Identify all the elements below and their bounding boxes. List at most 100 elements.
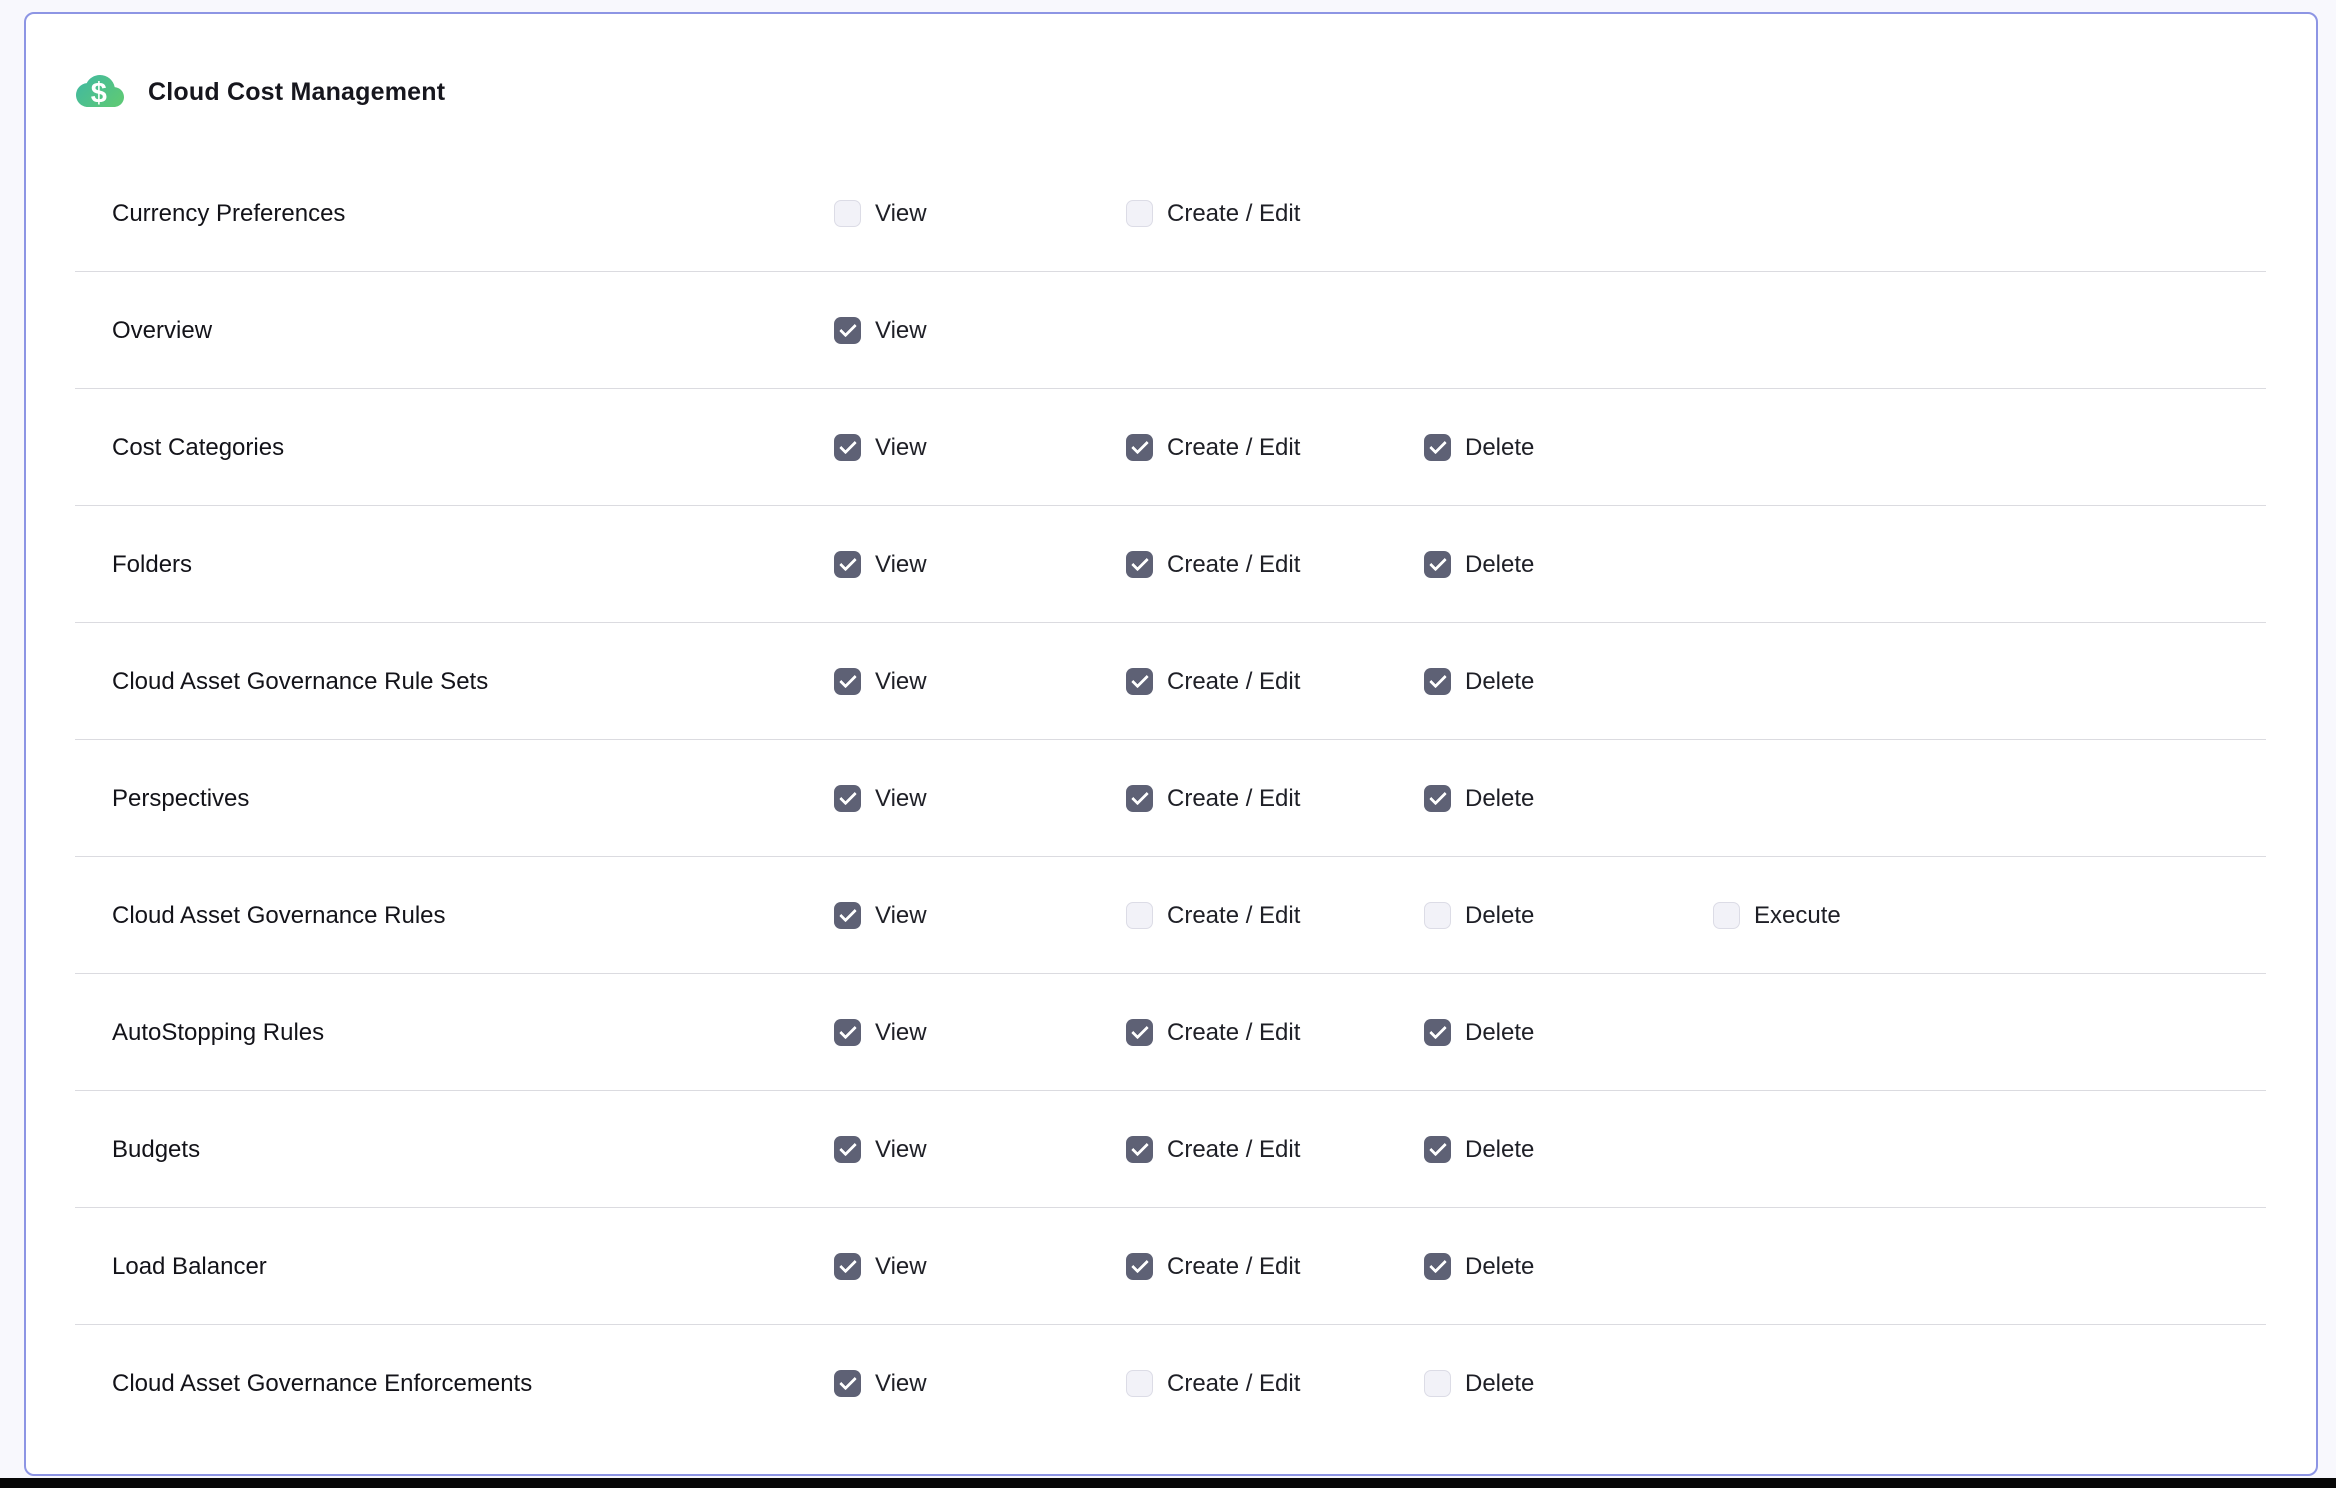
create-edit-checkbox[interactable] (1126, 1253, 1153, 1280)
permission-cell: Delete (1424, 1370, 1534, 1398)
permission-cell: View (834, 317, 927, 345)
permission-row: Cloud Asset Governance Rule SetsViewCrea… (26, 623, 2316, 740)
create-edit-checkbox[interactable] (1126, 785, 1153, 812)
permission-label: Execute (1754, 902, 1841, 930)
create-edit-checkbox[interactable] (1126, 902, 1153, 929)
view-checkbox[interactable] (834, 1253, 861, 1280)
resource-name: Cost Categories (112, 434, 284, 462)
permission-cell: Create / Edit (1126, 785, 1300, 813)
permission-cell: Create / Edit (1126, 1370, 1300, 1398)
permission-cell: Create / Edit (1126, 1136, 1300, 1164)
permission-label: Delete (1465, 902, 1534, 930)
permission-label: View (875, 434, 927, 462)
permission-label: View (875, 1370, 927, 1398)
permission-label: Create / Edit (1167, 1370, 1300, 1398)
cloud-dollar-icon: $ (76, 70, 124, 114)
permission-cell: View (834, 200, 927, 228)
create-edit-checkbox[interactable] (1126, 200, 1153, 227)
permission-label: View (875, 785, 927, 813)
permission-cell: View (834, 434, 927, 462)
permission-cell: View (834, 902, 927, 930)
permission-cell: Delete (1424, 668, 1534, 696)
delete-checkbox[interactable] (1424, 551, 1451, 578)
delete-checkbox[interactable] (1424, 785, 1451, 812)
permission-cell: Create / Edit (1126, 200, 1300, 228)
resource-name: Perspectives (112, 785, 249, 813)
delete-checkbox[interactable] (1424, 434, 1451, 461)
clipped-bottom-bar (0, 1478, 2336, 1488)
permission-label: View (875, 551, 927, 579)
resource-name: Cloud Asset Governance Rules (112, 902, 446, 930)
permission-label: View (875, 200, 927, 228)
view-checkbox[interactable] (834, 902, 861, 929)
permission-label: Create / Edit (1167, 434, 1300, 462)
permission-label: View (875, 1019, 927, 1047)
permissions-table: Currency Preferences View Create / Edit Ove… (26, 155, 2316, 1442)
delete-checkbox[interactable] (1424, 668, 1451, 695)
permission-row: Cost Categories View Create / Edit Delete (26, 389, 2316, 506)
permission-cell: Execute (1713, 902, 1841, 930)
permission-label: Delete (1465, 551, 1534, 579)
permission-label: Create / Edit (1167, 200, 1300, 228)
execute-checkbox[interactable] (1713, 902, 1740, 929)
permission-cell: Create / Edit (1126, 1019, 1300, 1047)
delete-checkbox[interactable] (1424, 1253, 1451, 1280)
svg-text:$: $ (91, 77, 107, 109)
permission-cell: Create / Edit (1126, 434, 1300, 462)
permission-label: Delete (1465, 1253, 1534, 1281)
permission-label: Create / Edit (1167, 668, 1300, 696)
view-checkbox[interactable] (834, 551, 861, 578)
permission-label: Create / Edit (1167, 551, 1300, 579)
view-checkbox[interactable] (834, 317, 861, 344)
permission-cell: Create / Edit (1126, 902, 1300, 930)
resource-name: Currency Preferences (112, 200, 345, 228)
delete-checkbox[interactable] (1424, 1136, 1451, 1163)
permission-label: Delete (1465, 434, 1534, 462)
delete-checkbox[interactable] (1424, 1019, 1451, 1046)
create-edit-checkbox[interactable] (1126, 551, 1153, 578)
permission-label: Create / Edit (1167, 1253, 1300, 1281)
permission-cell: View (834, 785, 927, 813)
permission-row: OverviewView (26, 272, 2316, 389)
permission-cell: Delete (1424, 551, 1534, 579)
permission-cell: View (834, 1370, 927, 1398)
view-checkbox[interactable] (834, 1136, 861, 1163)
permission-row: Currency Preferences View Create / Edit (26, 155, 2316, 272)
permission-cell: View (834, 1253, 927, 1281)
permission-label: View (875, 1136, 927, 1164)
view-checkbox[interactable] (834, 200, 861, 227)
resource-name: Cloud Asset Governance Enforcements (112, 1370, 532, 1398)
permission-label: Create / Edit (1167, 1136, 1300, 1164)
resource-name: Load Balancer (112, 1253, 267, 1281)
resource-name: Folders (112, 551, 192, 579)
permission-row: Load Balancer View Create / Edit Delete (26, 1208, 2316, 1325)
view-checkbox[interactable] (834, 434, 861, 461)
permission-label: View (875, 317, 927, 345)
view-checkbox[interactable] (834, 1019, 861, 1046)
permission-label: Delete (1465, 1136, 1534, 1164)
permission-cell: Create / Edit (1126, 1253, 1300, 1281)
permission-cell: Delete (1424, 1019, 1534, 1047)
create-edit-checkbox[interactable] (1126, 1019, 1153, 1046)
permission-row: PerspectivesViewCreate / EditDelete (26, 740, 2316, 857)
delete-checkbox[interactable] (1424, 902, 1451, 929)
view-checkbox[interactable] (834, 1370, 861, 1397)
permission-cell: Create / Edit (1126, 668, 1300, 696)
cloud-cost-management-card: $ Cloud Cost Management Currency Prefere… (24, 12, 2318, 1476)
create-edit-checkbox[interactable] (1126, 668, 1153, 695)
permission-label: View (875, 1253, 927, 1281)
view-checkbox[interactable] (834, 785, 861, 812)
permission-label: Delete (1465, 1370, 1534, 1398)
view-checkbox[interactable] (834, 668, 861, 695)
permission-cell: Delete (1424, 434, 1534, 462)
create-edit-checkbox[interactable] (1126, 434, 1153, 461)
create-edit-checkbox[interactable] (1126, 1370, 1153, 1397)
delete-checkbox[interactable] (1424, 1370, 1451, 1397)
permission-label: View (875, 902, 927, 930)
permission-row: BudgetsViewCreate / EditDelete (26, 1091, 2316, 1208)
permission-cell: Delete (1424, 902, 1534, 930)
permission-row: Cloud Asset Governance Enforcements View C… (26, 1325, 2316, 1442)
permission-cell: Delete (1424, 1253, 1534, 1281)
create-edit-checkbox[interactable] (1126, 1136, 1153, 1163)
permission-cell: Delete (1424, 1136, 1534, 1164)
